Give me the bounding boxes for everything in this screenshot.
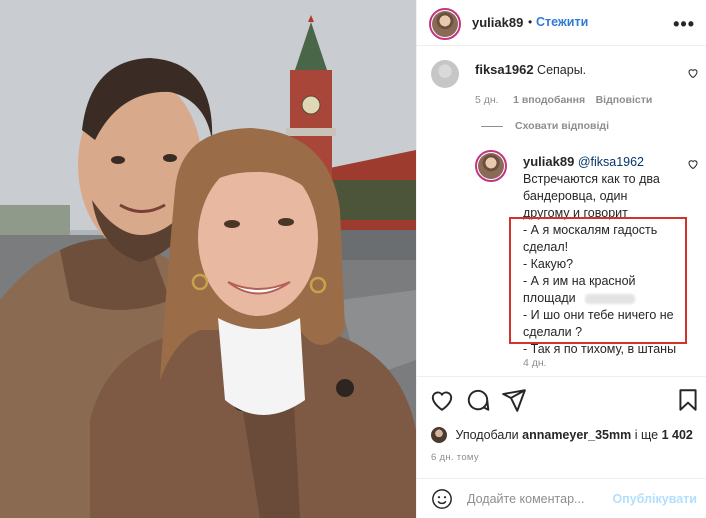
comment-icon[interactable] — [465, 387, 491, 413]
comment-body: fiksa1962 Сепары. — [475, 61, 586, 79]
action-bar — [417, 376, 706, 420]
author-username[interactable]: yuliak89 — [472, 15, 523, 30]
comment-username[interactable]: fiksa1962 — [475, 62, 534, 77]
publish-button[interactable]: Опублікувати — [612, 492, 697, 506]
add-comment-bar: Опублікувати — [417, 478, 706, 518]
highlight-box — [509, 217, 687, 344]
author-avatar[interactable] — [429, 8, 461, 40]
selfie-image — [0, 0, 416, 518]
comment-text: Сепары. — [537, 63, 587, 77]
comment-input[interactable] — [467, 492, 607, 506]
share-icon[interactable] — [501, 387, 527, 413]
header-separator: • — [528, 15, 533, 29]
reply-line: Встречаются как то два — [523, 172, 660, 186]
more-horizontal-icon[interactable]: ••• — [673, 14, 695, 35]
hide-replies-toggle[interactable]: Сховати відповіді — [481, 120, 609, 132]
follow-button[interactable]: Стежити — [536, 15, 588, 29]
hide-replies-line — [481, 125, 503, 127]
likes-prefix: Уподобали — [455, 428, 519, 442]
likes-user[interactable]: annameyer_35mm — [522, 428, 631, 442]
comment-heart-icon[interactable] — [687, 67, 699, 79]
hide-replies-label: Сховати відповіді — [515, 120, 609, 132]
likes-count[interactable]: 1 402 — [662, 428, 693, 442]
reply-age: 4 дн. — [523, 357, 547, 369]
reply-line: бандеровца, один — [523, 189, 628, 203]
post-photo[interactable] — [0, 0, 416, 518]
likes-suffix: і ще — [634, 428, 659, 442]
comment-age: 5 дн. — [475, 94, 499, 106]
heart-icon[interactable] — [429, 387, 455, 413]
post-header: yuliak89 • Стежити ••• — [417, 0, 706, 46]
reply-heart-icon[interactable] — [687, 158, 699, 170]
reply-username[interactable]: yuliak89 — [523, 154, 574, 169]
post-time: 6 дн. тому — [431, 452, 479, 463]
reply-mention[interactable]: @fiksa1962 — [578, 155, 644, 169]
commenter-avatar[interactable] — [431, 60, 459, 88]
reply-avatar[interactable] — [475, 150, 507, 182]
liker-avatar[interactable] — [431, 427, 447, 443]
likes-summary: Уподобали annameyer_35mm і ще 1 402 — [431, 427, 693, 443]
comment-meta: 5 дн. 1 вподобання Відповісти — [475, 90, 652, 108]
bookmark-icon[interactable] — [675, 387, 701, 413]
emoji-icon[interactable] — [431, 488, 453, 510]
reply-button[interactable]: Відповісти — [596, 94, 653, 106]
comment-likes[interactable]: 1 вподобання — [513, 94, 585, 106]
post-details-panel: yuliak89 • Стежити ••• fiksa1962 Сепары.… — [416, 0, 706, 518]
